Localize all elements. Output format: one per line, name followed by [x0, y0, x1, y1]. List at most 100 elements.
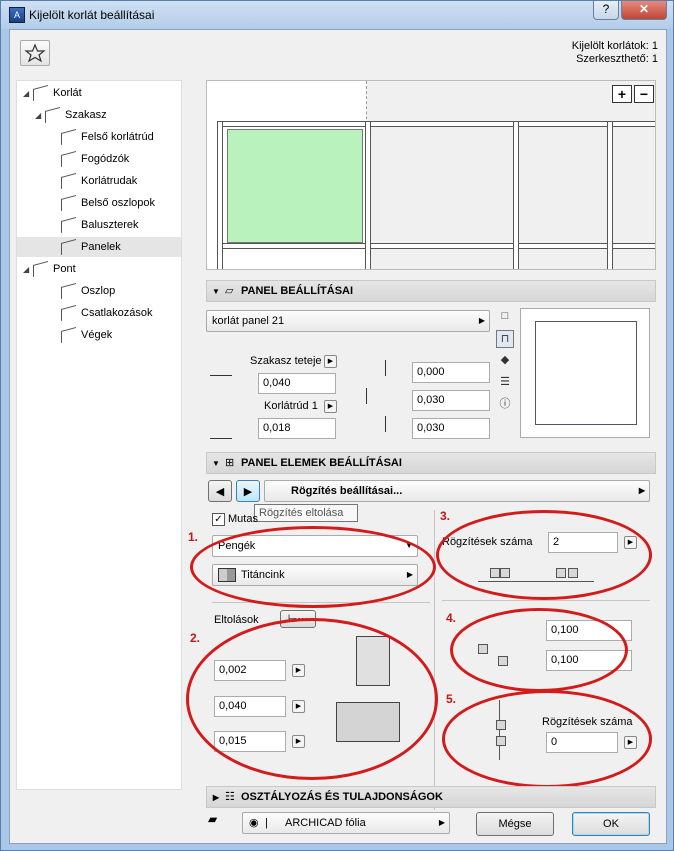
- post-icon: [61, 283, 76, 300]
- railing-preview[interactable]: + −: [206, 80, 656, 270]
- divider: [442, 600, 650, 601]
- annotation-number-3: 3.: [440, 509, 451, 523]
- archicad-app-icon: A: [9, 7, 25, 23]
- next-button[interactable]: ▶: [236, 480, 260, 502]
- show-label: Mutas: [228, 513, 258, 525]
- info-icon[interactable]: ⓘ: [496, 396, 514, 414]
- preview-post: [607, 121, 613, 269]
- fixing-settings-dropdown[interactable]: Rögzítés beállításai... ▶: [264, 480, 650, 502]
- gap-left-icon: [366, 388, 386, 404]
- layer-dropdown[interactable]: ◉ | ARCHICAD fólia ▶: [242, 812, 450, 834]
- ok-button[interactable]: OK: [572, 812, 650, 836]
- tree-item-oszlop[interactable]: Oszlop: [61, 281, 115, 301]
- 3d-view-icon[interactable]: ◆: [496, 352, 514, 370]
- help-button[interactable]: ?: [593, 1, 619, 20]
- rails-icon: [61, 173, 76, 190]
- classification-header[interactable]: ▶ ☷ OSZTÁLYOZÁS ÉS TULAJDONSÁGOK: [206, 786, 656, 808]
- dialog-window: A Kijelölt korlát beállításai ? ✕ Kijelö…: [0, 0, 674, 851]
- editable-count: Szerkeszthető: 1: [576, 53, 658, 65]
- tree-item-pont[interactable]: ◢ Pont: [23, 259, 76, 279]
- railing-icon: [33, 85, 48, 102]
- section-view-icon[interactable]: ☰: [496, 374, 514, 392]
- expand-icon: ▼: [212, 459, 220, 468]
- expand-icon: ▶: [212, 793, 220, 802]
- gap-right-icon: [366, 416, 386, 432]
- preview-bottom-rail: [217, 243, 655, 249]
- offsets-label: Eltolások: [214, 614, 259, 626]
- preview-post: [217, 121, 223, 269]
- collapse-icon: ◢: [23, 89, 30, 98]
- annotation-circle-4: [450, 608, 628, 692]
- annotation-number-2: 2.: [190, 631, 201, 645]
- vertical-divider: [434, 510, 435, 810]
- tree-item-csatlakozasok[interactable]: Csatlakozások: [61, 303, 153, 323]
- expand-icon: ▼: [212, 287, 220, 296]
- panel-settings-header[interactable]: ▼ ▱ PANEL BEÁLLÍTÁSAI: [206, 280, 656, 302]
- panel-icon: [61, 239, 76, 256]
- tree-item-baluszterek[interactable]: Baluszterek: [61, 215, 138, 235]
- annotation-circle-1: [190, 526, 436, 608]
- inner-posts-icon: [61, 195, 76, 212]
- settings-tree: ◢ Korlát ◢ Szakasz Felső korlátrúd Fogódzó…: [16, 80, 182, 790]
- annotation-number-4: 4.: [446, 611, 457, 625]
- tree-item-panelek[interactable]: Panelek: [17, 237, 181, 257]
- annotation-number-1: 1.: [188, 530, 199, 544]
- properties-icon: ☷: [225, 791, 235, 803]
- rail-label: Korlátrúd 1: [264, 400, 318, 412]
- settings-panel: + − ▼ ▱ PANEL BEÁLLÍTÁSAI korlát panel 21 ▶…: [186, 80, 656, 810]
- zoom-in-button[interactable]: +: [612, 85, 632, 103]
- panel-elements-icon: ⊞: [225, 457, 235, 469]
- panel-offset-input[interactable]: 0,000: [412, 362, 490, 383]
- separator-icon: |: [265, 817, 268, 829]
- tree-item-belso-oszlopok[interactable]: Belső oszlopok: [61, 193, 155, 213]
- handrail-icon: [61, 151, 76, 168]
- panel-elements-header[interactable]: ▼ ⊞ PANEL ELEMEK BEÁLLÍTÁSAI: [206, 452, 656, 474]
- tree-item-vegek[interactable]: Végek: [61, 325, 112, 345]
- top-offset-icon: [210, 375, 232, 389]
- ends-icon: [61, 327, 76, 344]
- zoom-out-button[interactable]: −: [634, 85, 654, 103]
- tree-item-korlat[interactable]: ◢ Korlát: [23, 83, 82, 103]
- rail-popup[interactable]: ▶: [324, 400, 337, 413]
- plan-view-icon[interactable]: □: [496, 308, 514, 326]
- favorites-star-icon: [24, 43, 46, 63]
- cancel-button[interactable]: Mégse: [476, 812, 554, 836]
- tree-item-felso-korlatrud[interactable]: Felső korlátrúd: [61, 127, 154, 147]
- bottom-offset-icon: [210, 425, 232, 439]
- connections-icon: [61, 305, 76, 322]
- close-button[interactable]: ✕: [621, 1, 667, 20]
- segment-top-input[interactable]: 0,040: [258, 373, 336, 394]
- panel-outline: [535, 321, 637, 425]
- gap-left-input[interactable]: 0,030: [412, 390, 490, 411]
- window-title: Kijelölt korlát beállításai: [29, 8, 155, 22]
- annotation-circle-2: [186, 618, 438, 780]
- annotation-circle-5: [442, 690, 652, 788]
- segment-top-popup[interactable]: ▶: [324, 355, 337, 368]
- collapse-icon: ◢: [35, 111, 42, 120]
- rail-offset-input[interactable]: 0,018: [258, 418, 336, 439]
- favorites-button[interactable]: [20, 40, 50, 66]
- layer-icon: ▰: [208, 812, 218, 826]
- segment-top-label: Szakasz teteje: [250, 355, 322, 367]
- gap-right-input[interactable]: 0,030: [412, 418, 490, 439]
- elevation-view-icon[interactable]: ⊓: [496, 330, 514, 348]
- preview-top-rail: [217, 121, 655, 127]
- chevron-right-icon: ▶: [478, 316, 485, 325]
- chevron-right-icon: ▶: [638, 486, 645, 495]
- dialog-body: Kijelölt korlátok: 1 Szerkeszthető: 1 ◢ K…: [9, 29, 667, 844]
- tree-item-korlatrudak[interactable]: Korlátrudak: [61, 171, 137, 191]
- panel-preview: [520, 308, 650, 438]
- panel-type-dropdown[interactable]: korlát panel 21 ▶: [206, 310, 490, 332]
- title-bar: A Kijelölt korlát beállításai ? ✕: [1, 1, 673, 29]
- balusters-icon: [61, 217, 76, 234]
- tree-item-fogodzok[interactable]: Fogódzók: [61, 149, 129, 169]
- node-icon: [33, 261, 48, 278]
- show-checkbox[interactable]: ✓: [212, 513, 225, 526]
- previous-button[interactable]: ◀: [208, 480, 232, 502]
- top-rail-icon: [61, 129, 76, 146]
- segment-icon: [45, 107, 60, 124]
- annotation-circle-3: [436, 510, 652, 600]
- tree-item-szakasz[interactable]: ◢ Szakasz: [35, 105, 107, 125]
- inset-icon: [366, 360, 386, 376]
- preview-post: [365, 121, 371, 269]
